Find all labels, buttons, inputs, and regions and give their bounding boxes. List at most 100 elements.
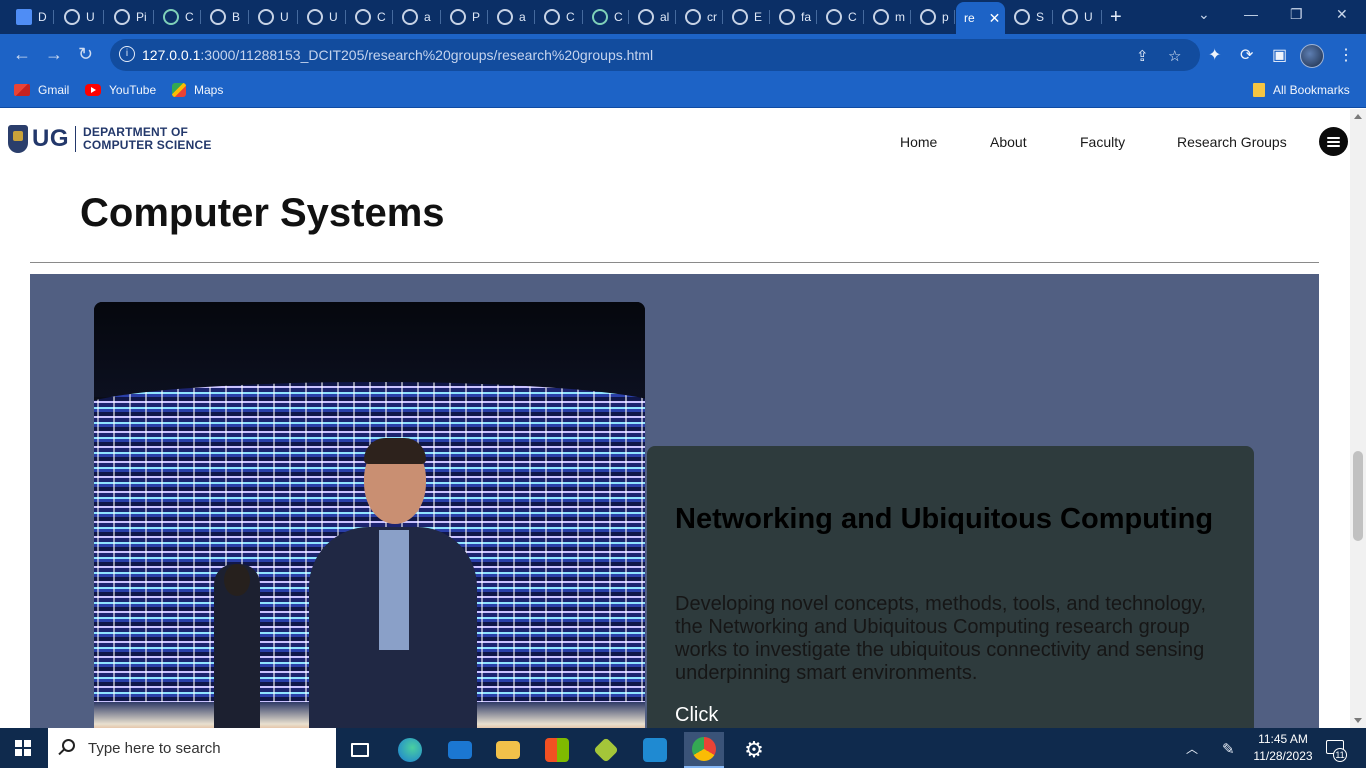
page-scrollbar[interactable] [1350, 109, 1366, 728]
bookmark-star-icon[interactable]: ☆ [1168, 47, 1181, 65]
ug-crest-icon [8, 125, 28, 153]
browser-tab[interactable]: a [394, 4, 441, 30]
folder-icon [1253, 83, 1265, 97]
taskbar-store[interactable] [537, 732, 577, 768]
all-bookmarks-label: All Bookmarks [1273, 83, 1350, 97]
minimize-button[interactable]: — [1244, 6, 1258, 22]
browser-tab[interactable]: C [536, 4, 583, 30]
side-panel-icon[interactable]: ▣ [1272, 45, 1287, 65]
file-explorer-icon [496, 741, 520, 759]
nav-faculty[interactable]: Faculty [1080, 134, 1125, 150]
browser-tab[interactable]: a [489, 4, 535, 30]
globe-icon [732, 9, 748, 25]
profile-avatar[interactable] [1300, 44, 1324, 68]
clock-date: 11/28/2023 [1253, 749, 1313, 763]
taskbar-search-box[interactable]: Type here to search [48, 728, 336, 768]
browser-tab[interactable]: D [8, 4, 54, 30]
bookmark-label: YouTube [109, 83, 157, 97]
store-icon [545, 738, 569, 762]
browser-tab-strip: D U Pi C B U U Ca Pa C Cal cr Efa Cm p re ✕ S U [0, 0, 1366, 34]
browser-tab[interactable]: C [347, 4, 393, 30]
forward-button[interactable]: → [45, 44, 63, 65]
group-click-link[interactable]: Click [675, 704, 718, 727]
browser-tab[interactable]: m [865, 4, 911, 30]
bookmark-gmail[interactable]: Gmail [14, 83, 69, 97]
taskbar-mail[interactable] [440, 732, 480, 768]
tab-label: U [280, 10, 289, 24]
taskbar-vscode[interactable] [635, 732, 675, 768]
browser-tab[interactable]: U [299, 4, 346, 30]
tab-label: U [86, 10, 95, 24]
browser-tab[interactable]: P [442, 4, 488, 30]
tab-label: C [185, 10, 194, 24]
vscode-icon [643, 738, 667, 762]
maximize-button[interactable]: ❐ [1290, 6, 1303, 23]
browser-tab[interactable]: re ✕ [956, 2, 1005, 34]
browser-tab[interactable]: B [202, 4, 249, 30]
tray-overflow-icon[interactable]: ︿ [1186, 740, 1198, 757]
browser-tab[interactable]: U [56, 4, 104, 30]
tab-label: C [848, 10, 857, 24]
browser-tab[interactable]: cr [677, 4, 723, 30]
reload-button[interactable]: ↻ [78, 44, 93, 65]
close-tab-icon[interactable]: ✕ [989, 10, 1001, 27]
browser-tab[interactable]: C [584, 4, 629, 30]
task-view-button[interactable] [340, 732, 380, 768]
taskbar-file-explorer[interactable] [488, 732, 528, 768]
page-title: Computer Systems [80, 191, 445, 235]
bookmark-maps[interactable]: Maps [172, 83, 223, 97]
browser-tab[interactable]: fa [771, 4, 817, 30]
browser-menu-icon[interactable]: ⋮ [1338, 45, 1354, 65]
site-logo[interactable]: UG DEPARTMENT OF COMPUTER SCIENCE [8, 125, 212, 153]
group-description: Developing novel concepts, methods, tool… [675, 593, 1207, 684]
pen-workspace-icon[interactable]: ✎ [1222, 740, 1235, 758]
all-bookmarks-button[interactable]: All Bookmarks [1253, 83, 1350, 97]
taskbar-chrome[interactable] [684, 732, 724, 768]
url-text[interactable]: 127.0.0.1:3000/11288153_DCIT205/research… [142, 47, 653, 63]
browser-tab[interactable]: U [250, 4, 298, 30]
bookmark-youtube[interactable]: YouTube [85, 83, 156, 97]
taskbar-git-app[interactable] [586, 732, 626, 768]
taskbar-settings[interactable]: ⚙ [734, 732, 774, 768]
browser-tab[interactable]: al [630, 4, 676, 30]
section-divider [30, 262, 1319, 263]
site-info-icon[interactable]: i [119, 46, 135, 62]
back-button[interactable]: ← [13, 44, 31, 65]
nav-home[interactable]: Home [900, 134, 937, 150]
tab-label: P [472, 10, 481, 24]
windows-start-icon[interactable] [15, 740, 31, 756]
browser-tab[interactable]: E [724, 4, 770, 30]
sync-icon[interactable]: ⟳ [1240, 45, 1253, 65]
extensions-icon[interactable]: ✦ [1208, 45, 1221, 65]
browser-tab[interactable]: U [1054, 4, 1102, 30]
scrollbar-thumb[interactable] [1353, 451, 1363, 541]
share-icon[interactable]: ⇪ [1136, 47, 1149, 65]
browser-tab[interactable]: C [818, 4, 864, 30]
tab-label: C [377, 10, 386, 24]
search-icon [62, 739, 75, 752]
address-bar[interactable]: i 127.0.0.1:3000/11288153_DCIT205/resear… [110, 39, 1200, 71]
git-app-icon [593, 737, 619, 763]
notification-count-badge: 11 [1333, 748, 1347, 762]
browser-tab[interactable]: S [1006, 4, 1053, 30]
new-tab-button[interactable]: + [1110, 6, 1122, 29]
nav-research-groups[interactable]: Research Groups [1177, 134, 1287, 150]
scroll-up-arrow-icon[interactable] [1354, 114, 1362, 119]
browser-tab[interactable]: p [912, 4, 955, 30]
browser-tab[interactable]: Pi [106, 4, 154, 30]
scroll-down-arrow-icon[interactable] [1354, 718, 1362, 723]
tab-search-icon[interactable]: ⌄ [1198, 6, 1210, 23]
taskbar-edge[interactable] [390, 732, 430, 768]
page-viewport: UG DEPARTMENT OF COMPUTER SCIENCE Home A… [0, 109, 1366, 728]
tab-label: cr [707, 10, 717, 24]
globe-icon [1014, 9, 1030, 25]
browser-tab[interactable]: C [155, 4, 201, 30]
taskbar-clock[interactable]: 11:45 AM 11/28/2023 [1252, 731, 1314, 765]
nav-about[interactable]: About [990, 134, 1027, 150]
close-window-button[interactable]: ✕ [1336, 6, 1348, 23]
hamburger-menu-icon[interactable] [1319, 127, 1348, 156]
research-group-section: Networking and Ubiquitous Computing Deve… [30, 274, 1319, 728]
research-group-photo [94, 302, 645, 728]
tab-label: S [1036, 10, 1045, 24]
research-group-card: Networking and Ubiquitous Computing Deve… [647, 446, 1254, 728]
